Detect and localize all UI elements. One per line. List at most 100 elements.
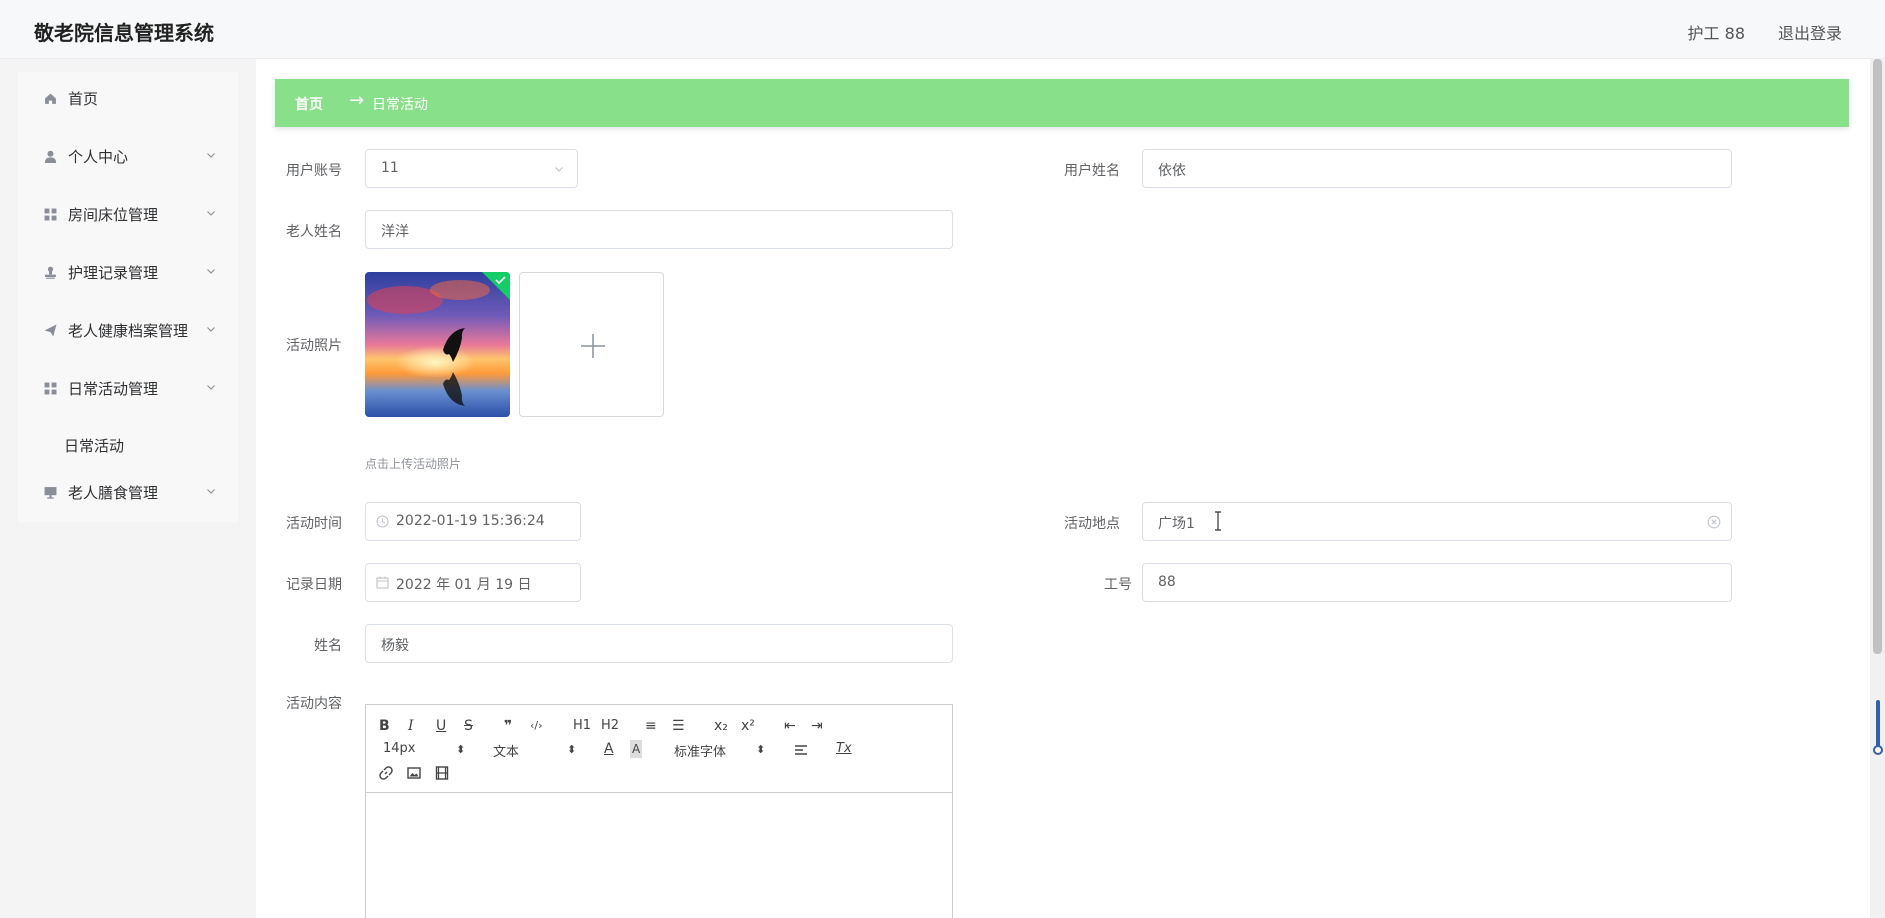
bold-button[interactable]: B xyxy=(379,717,390,735)
subscript-button[interactable]: x₂ xyxy=(714,717,728,735)
sidebar-item-nursing-record[interactable]: 护理记录管理 xyxy=(18,246,238,298)
breadcrumb-separator: → xyxy=(349,90,365,111)
quote-button[interactable]: ❞ xyxy=(504,717,512,735)
plus-icon xyxy=(581,334,605,358)
outdent-button[interactable]: ⇤ xyxy=(784,717,796,735)
link-icon[interactable] xyxy=(379,766,393,780)
job-no-field[interactable]: 88 xyxy=(1142,563,1732,602)
bullet-list-button[interactable]: ☰ xyxy=(672,717,685,735)
align-icon[interactable] xyxy=(794,743,808,757)
activity-photo-thumbnail[interactable] xyxy=(365,272,510,417)
strike-button[interactable]: S xyxy=(464,717,473,735)
page-scrollbar[interactable] xyxy=(1870,59,1885,918)
select-arrow-icon: ⬍ xyxy=(456,743,466,756)
sidebar-item-daily-activity[interactable]: 日常活动管理 xyxy=(18,362,238,414)
font-color-button[interactable]: A xyxy=(604,740,614,758)
sidebar-item-home[interactable]: 首页 xyxy=(18,72,238,124)
h2-button[interactable]: H2 xyxy=(601,717,619,735)
sidebar-item-diet[interactable]: 老人膳食管理 xyxy=(18,466,238,518)
sidebar-item-health-file[interactable]: 老人健康档案管理 xyxy=(18,304,238,356)
name-label: 姓名 xyxy=(314,638,342,654)
name-value: 杨毅 xyxy=(381,638,409,654)
video-icon[interactable] xyxy=(435,766,449,780)
code-button[interactable]: ‹/› xyxy=(530,717,543,735)
sidebar-item-label: 日常活动管理 xyxy=(68,380,159,398)
chevron-down-icon xyxy=(555,167,563,172)
photo-label: 活动照片 xyxy=(286,338,342,354)
record-date-value: 2022 年 01 月 19 日 xyxy=(396,577,532,593)
main-content: 首页 → 日常活动 用户账号 11 用户姓名 依依 老人姓名 洋洋 活动照片 点… xyxy=(256,59,1870,918)
upload-photo-button[interactable] xyxy=(519,272,664,417)
account-select[interactable]: 11 xyxy=(365,149,578,188)
activity-time-value: 2022-01-19 15:36:24 xyxy=(396,513,545,529)
underline-button[interactable]: U xyxy=(436,717,446,735)
account-value: 11 xyxy=(381,160,399,176)
clear-format-button[interactable]: Tx xyxy=(836,740,852,758)
send-icon xyxy=(44,324,57,337)
background-color-button[interactable]: A xyxy=(630,740,643,758)
username-field[interactable]: 依依 xyxy=(1142,149,1732,188)
stamp-icon xyxy=(45,266,56,279)
font-family-value: 标准字体 xyxy=(674,745,727,760)
top-bar: 敬老院信息管理系统 护工 88 退出登录 xyxy=(0,0,1885,59)
location-field[interactable]: 广场1 xyxy=(1142,502,1732,541)
chevron-down-icon xyxy=(207,153,215,158)
job-no-label: 工号 xyxy=(1104,577,1132,593)
grid-icon xyxy=(44,208,57,221)
content-label: 活动内容 xyxy=(286,696,342,712)
clock-icon xyxy=(376,515,389,528)
clear-icon[interactable] xyxy=(1707,515,1721,529)
sidebar-item-label: 首页 xyxy=(68,90,99,108)
indent-button[interactable]: ⇥ xyxy=(811,717,823,735)
location-label: 活动地点 xyxy=(1064,516,1120,532)
editor-toolbar: B I U S ❞ ‹/› H1 H2 ≡ ☰ x₂ x² ⇤ ⇥ 14px ⬍… xyxy=(366,705,952,793)
text-cursor-icon xyxy=(1215,511,1221,531)
activity-time-label: 活动时间 xyxy=(286,516,342,532)
grid-icon xyxy=(44,382,57,395)
sidebar-item-label: 房间床位管理 xyxy=(68,206,159,224)
app-title: 敬老院信息管理系统 xyxy=(34,21,214,45)
editor-body[interactable] xyxy=(366,794,952,918)
text-format-value: 文本 xyxy=(493,745,520,760)
sidebar-item-personal-center[interactable]: 个人中心 xyxy=(18,130,238,182)
calendar-icon xyxy=(376,576,389,589)
sidebar-item-label: 老人膳食管理 xyxy=(68,484,159,502)
sidebar-subitem-daily-activity[interactable]: 日常活动 xyxy=(18,424,238,464)
location-value: 广场1 xyxy=(1158,516,1195,532)
breadcrumb: 首页 → 日常活动 xyxy=(275,79,1849,127)
image-icon[interactable] xyxy=(407,766,421,780)
record-date-label: 记录日期 xyxy=(286,577,342,593)
floating-slider[interactable] xyxy=(1873,700,1883,756)
person-icon xyxy=(44,150,57,163)
chevron-down-icon xyxy=(207,211,215,216)
username-value: 依依 xyxy=(1158,163,1186,179)
elder-name-field[interactable]: 洋洋 xyxy=(365,210,953,249)
logout-button[interactable]: 退出登录 xyxy=(1778,20,1842,44)
scrollbar-thumb[interactable] xyxy=(1873,59,1882,654)
superscript-button[interactable]: x² xyxy=(741,717,755,735)
activity-time-picker[interactable]: 2022-01-19 15:36:24 xyxy=(365,502,581,541)
font-size-value: 14px xyxy=(383,741,416,756)
h1-button[interactable]: H1 xyxy=(573,717,591,735)
font-size-select[interactable]: 14px ⬍ xyxy=(383,741,468,756)
record-date-picker[interactable]: 2022 年 01 月 19 日 xyxy=(365,563,581,602)
sidebar-item-label: 个人中心 xyxy=(68,148,129,166)
text-format-select[interactable]: 文本 ⬍ xyxy=(493,741,578,760)
ordered-list-button[interactable]: ≡ xyxy=(645,717,657,735)
breadcrumb-current: 日常活动 xyxy=(372,97,428,113)
sidebar-item-room-bed[interactable]: 房间床位管理 xyxy=(18,188,238,240)
account-label: 用户账号 xyxy=(286,163,342,179)
home-icon xyxy=(45,93,56,104)
monitor-icon xyxy=(44,487,57,499)
username-label: 用户姓名 xyxy=(1064,163,1120,179)
italic-button[interactable]: I xyxy=(408,717,414,735)
name-field[interactable]: 杨毅 xyxy=(365,624,953,663)
chevron-down-icon xyxy=(207,269,215,274)
font-family-select[interactable]: 标准字体 ⬍ xyxy=(674,741,766,760)
breadcrumb-home-link[interactable]: 首页 xyxy=(295,94,323,114)
sidebar-subitem-label: 日常活动 xyxy=(64,437,125,455)
rich-text-editor: B I U S ❞ ‹/› H1 H2 ≡ ☰ x₂ x² ⇤ ⇥ 14px ⬍… xyxy=(365,704,953,918)
chevron-down-icon xyxy=(207,385,215,390)
check-icon xyxy=(482,272,510,300)
sidebar-item-label: 老人健康档案管理 xyxy=(68,322,189,340)
